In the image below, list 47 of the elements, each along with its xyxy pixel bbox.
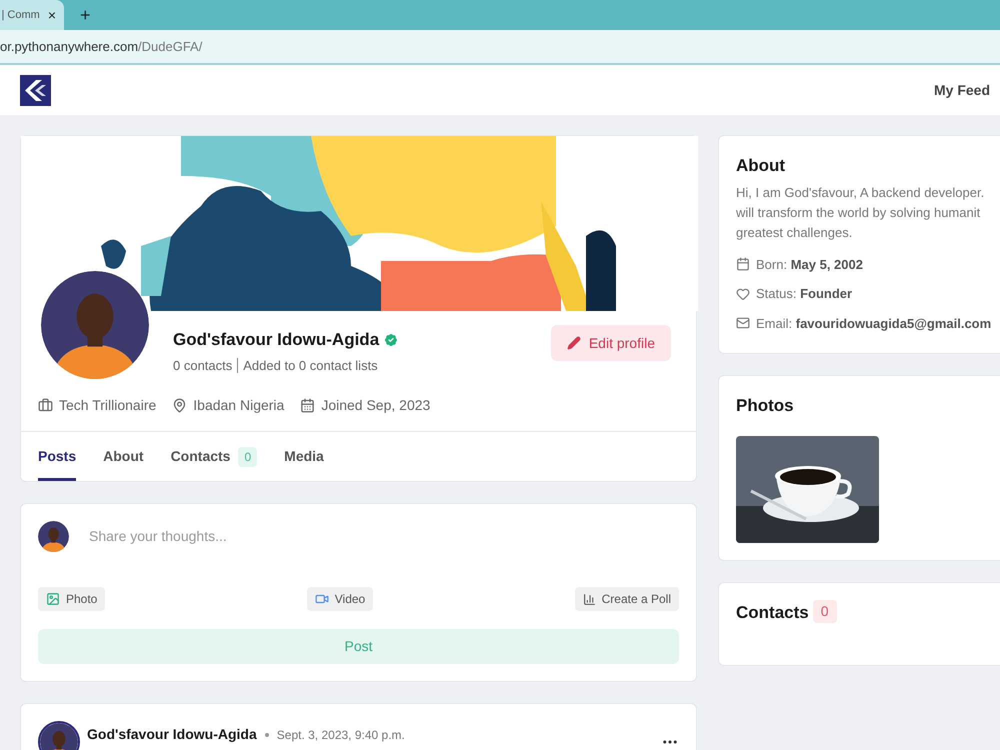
mail-icon (736, 316, 750, 330)
profile-tab[interactable]: Media (284, 432, 324, 481)
url-host: or.pythonanywhere.com (0, 38, 138, 56)
profile-detail: Ibadan Nigeria (193, 396, 284, 415)
browser-tab[interactable]: | Comm × (0, 0, 64, 30)
count-badge: 0 (238, 446, 258, 466)
post-input[interactable]: Share your thoughts... (89, 526, 679, 547)
composer-action-button[interactable]: Video (306, 587, 374, 611)
about-bio: Hi, I am God'sfavour, A backend developer. will transform the world by solving humanit greatest challenges. (736, 184, 986, 242)
edit-profile-button[interactable]: Edit profile (550, 325, 671, 361)
profile-detail: Tech Trillionaire (59, 396, 156, 415)
profile-tab[interactable]: Posts (38, 432, 76, 481)
heart-icon (736, 286, 750, 301)
bar-chart-icon (582, 592, 596, 606)
contacts-count: 0 contacts (173, 356, 232, 374)
about-detail: Status: Founder (756, 285, 852, 303)
about-detail: Email: favouridowuagida5@gmail.com (756, 314, 992, 333)
contacts-title: Contacts (736, 602, 809, 624)
calendar-icon (736, 257, 750, 272)
tab-title: | Comm (2, 8, 40, 23)
verified-badge-icon (383, 332, 400, 348)
close-tab-button[interactable]: × (48, 4, 56, 26)
briefcase-icon (38, 398, 53, 413)
post-date: Sept. 3, 2023, 9:40 p.m. (276, 726, 405, 744)
profile-tab[interactable]: Contacts 0 (170, 432, 258, 481)
profile-tab[interactable]: About (103, 432, 144, 481)
calendar-icon (300, 398, 316, 413)
video-camera-icon (314, 592, 329, 606)
logo[interactable] (20, 74, 51, 106)
about-title: About (736, 155, 786, 177)
my-feed-link[interactable]: My Feed (934, 80, 990, 100)
url-path: /DudeGFA/ (138, 38, 202, 56)
post-author[interactable]: God'sfavour Idowu-Agida (87, 724, 257, 745)
image-icon (46, 592, 60, 606)
count-badge: 0 (812, 600, 837, 622)
profile-detail: Joined Sep, 2023 (321, 396, 430, 415)
contact-lists-count: Added to 0 contact lists (243, 356, 378, 374)
map-pin-icon (172, 398, 188, 413)
composer-action-button[interactable]: Create a Poll (574, 587, 679, 611)
photos-title: Photos (736, 395, 795, 417)
profile-name: God'sfavour Idowu-Agida (173, 329, 380, 351)
composer-action-button[interactable]: Photo (38, 587, 106, 611)
avatar (38, 521, 69, 552)
address-bar[interactable]: or.pythonanywhere.com/DudeGFA/ (0, 30, 1000, 65)
about-detail: Born: May 5, 2002 (756, 256, 863, 274)
new-tab-button[interactable]: + (80, 2, 91, 28)
pencil-icon (566, 336, 581, 350)
